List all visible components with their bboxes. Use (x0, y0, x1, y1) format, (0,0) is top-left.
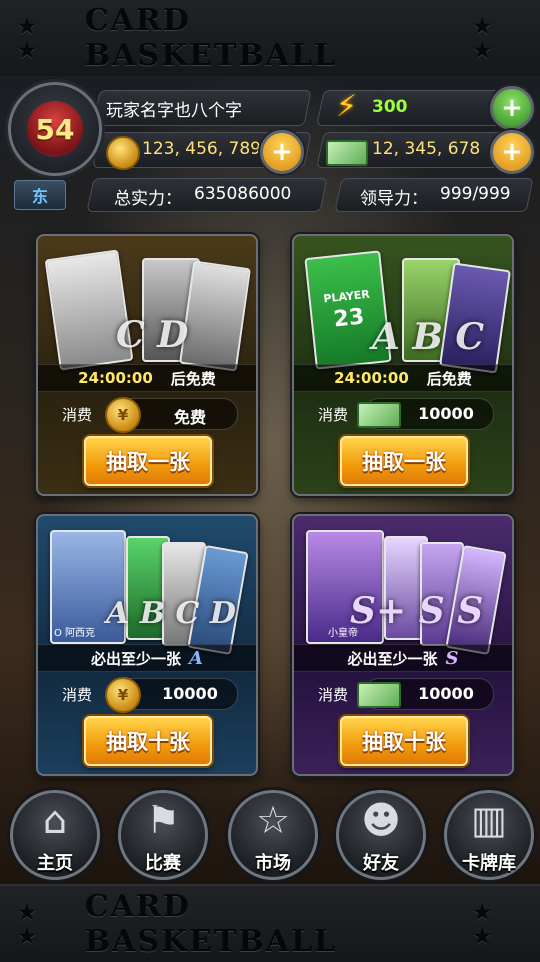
draw-one-button[interactable]: 抽取一张 (84, 436, 212, 486)
coin-icon (106, 136, 140, 170)
pack-guarantee-strip: 必出至少一张 S (294, 644, 512, 672)
add-coins-button[interactable]: + (260, 130, 304, 174)
banner-stars-left: ★ ★ (18, 900, 38, 948)
card-caption: O 阿西克 (54, 628, 96, 639)
energy-value: 300 (372, 97, 408, 117)
nav-friends[interactable]: ☻ 好友 (336, 790, 426, 880)
cost-label: 消费 (62, 406, 93, 424)
cash-icon (326, 140, 368, 166)
cost-label: 消费 (318, 406, 349, 424)
banner-stars-right: ★ ★ (473, 900, 494, 948)
cost-value: 10000 (418, 404, 474, 423)
pack-card-art: C D (44, 244, 251, 372)
pack-grade-letters: A B C D (106, 596, 236, 631)
nav-home[interactable]: ⌂ 主页 (10, 790, 100, 880)
cost-value: 免费 (173, 408, 206, 427)
cash-icon (357, 682, 401, 708)
cost-display: 10000 (357, 398, 494, 430)
cost-value: 10000 (162, 684, 218, 703)
total-power-label: 总实力： (114, 189, 182, 209)
guarantee-text: 必出至少一张 (91, 649, 182, 668)
banner-stars-left: ★ ★ (18, 14, 38, 62)
player-name: 玩家名字也八个字 (106, 101, 242, 121)
nav-friends-label: 好友 (363, 853, 399, 874)
pack-card-art: 小皇帝 S+ S S (302, 524, 507, 656)
level-badge[interactable]: 54 (8, 82, 102, 176)
flag-icon: ⚑ (145, 798, 181, 842)
cost-display: ¥ 10000 (105, 677, 238, 713)
free-timer: 24:00:00 (78, 369, 153, 387)
energy-icon: ⚡ (336, 89, 358, 124)
pack-guarantee-strip: 必出至少一张 A (38, 644, 256, 672)
coins-value: 123, 456, 789 (142, 139, 261, 159)
draw-one-button[interactable]: 抽取一张 (340, 436, 468, 486)
star-icon: ☆ (255, 798, 291, 842)
draw-ten-button[interactable]: 抽取十张 (340, 716, 468, 766)
game-title: CARD BASKETBALL (84, 3, 338, 73)
cash-value: 12, 345, 678 (372, 139, 481, 159)
cash-icon (357, 402, 401, 428)
cost-value: 10000 (418, 684, 474, 703)
pack-ten-cash[interactable]: 小皇帝 S+ S S 必出至少一张 S 消费 10000 抽取十张 (292, 514, 514, 776)
free-timer-suffix: 后免费 (426, 369, 472, 388)
add-energy-button[interactable]: + (490, 86, 534, 130)
nav-market-label: 市场 (255, 853, 291, 874)
nav-market[interactable]: ☆ 市场 (228, 790, 318, 880)
conference-tag: 东 (14, 180, 66, 210)
game-title-footer: CARD BASKETBALL (84, 889, 338, 959)
level-number: 54 (27, 101, 83, 157)
nav-match-label: 比赛 (145, 853, 181, 874)
nav-card-library[interactable]: ▥ 卡牌库 (444, 790, 534, 880)
coin-icon: ¥ (105, 397, 141, 433)
nav-home-label: 主页 (37, 853, 73, 874)
guarantee-rarity: S (445, 647, 459, 669)
leadership-value: 999/999 (440, 184, 511, 204)
pack-card-art: O 阿西克 A B C D (46, 524, 249, 656)
guarantee-rarity: A (189, 647, 203, 669)
free-timer-suffix: 后免费 (170, 369, 216, 388)
pack-grade-letters: S+ S S (350, 590, 484, 632)
coin-icon: ¥ (105, 677, 141, 713)
draw-ten-button[interactable]: 抽取十张 (84, 716, 212, 766)
cost-display: 10000 (357, 678, 494, 710)
cost-display: ¥ 免费 (105, 397, 238, 433)
pack-card-art: PLAYER 23 A B C (302, 244, 511, 374)
cost-label: 消费 (318, 686, 349, 704)
banner-stars-right: ★ ★ (473, 14, 494, 62)
leadership-label: 领导力： (360, 189, 428, 209)
pack-timer-strip: 24:00:00 后免费 (294, 364, 512, 392)
card-library-icon: ▥ (471, 798, 507, 842)
nav-card-library-label: 卡牌库 (462, 853, 516, 874)
cost-label: 消费 (62, 686, 93, 704)
nav-match[interactable]: ⚑ 比赛 (118, 790, 208, 880)
top-banner: ★ ★ CARD BASKETBALL ★ ★ (0, 0, 540, 78)
guarantee-text: 必出至少一张 (347, 649, 438, 668)
friends-icon: ☻ (361, 798, 401, 842)
add-cash-button[interactable]: + (490, 130, 534, 174)
pack-single-coin[interactable]: C D 24:00:00 后免费 消费 ¥ 免费 抽取一张 (36, 234, 258, 496)
pack-grade-letters: A B C (372, 316, 485, 358)
pack-grade-letters: C D (116, 314, 189, 356)
pack-ten-coin[interactable]: O 阿西克 A B C D 必出至少一张 A 消费 ¥ 10000 抽取十张 (36, 514, 258, 776)
pack-single-cash[interactable]: PLAYER 23 A B C 24:00:00 后免费 消费 10000 抽取… (292, 234, 514, 496)
total-power-value: 635086000 (194, 184, 292, 204)
bottom-banner: ★ ★ CARD BASKETBALL ★ ★ (0, 884, 540, 962)
pack-timer-strip: 24:00:00 后免费 (38, 364, 256, 392)
free-timer: 24:00:00 (334, 369, 409, 387)
home-icon: ⌂ (42, 798, 68, 842)
